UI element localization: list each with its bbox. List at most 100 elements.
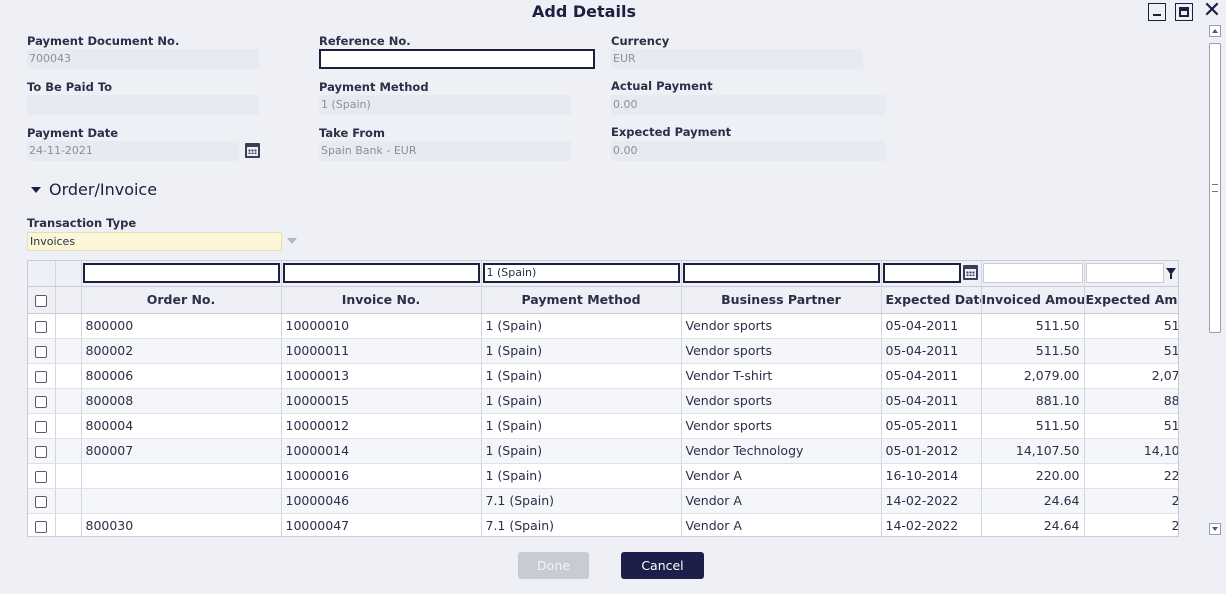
order-no-cell: 800004: [81, 413, 282, 439]
expected-date-filter[interactable]: [882, 263, 961, 284]
to-be-paid-to-field: [27, 95, 259, 115]
payment-date-label: Payment Date: [27, 126, 119, 140]
invoiced-amount-cell: 511.50: [981, 413, 1085, 439]
invoiced-amount-cell: 14,107.50: [981, 438, 1085, 464]
row-checkbox[interactable]: [35, 320, 48, 333]
row-checkbox[interactable]: [35, 495, 48, 508]
vertical-scrollbar[interactable]: [1208, 25, 1222, 535]
business-partner-cell: Vendor sports: [681, 413, 882, 439]
column-header-invoiced-amount[interactable]: Invoiced Amount: [981, 286, 1085, 314]
expected-date-cell: 05-01-2012: [881, 438, 982, 464]
row-checkbox-cell: [28, 438, 56, 464]
order-no-cell: 800006: [81, 363, 282, 389]
expected-amount-cell: 881.1: [1084, 388, 1178, 414]
row-checkbox[interactable]: [35, 445, 48, 458]
order-no-cell: 800008: [81, 388, 282, 414]
invoice-no-cell: 10000011: [281, 338, 482, 364]
row-checkbox[interactable]: [35, 370, 48, 383]
row-checkbox-cell: [28, 463, 56, 489]
order-no-cell: [81, 463, 282, 489]
column-header-invoice-no[interactable]: Invoice No.: [281, 286, 482, 314]
column-header-expected-date[interactable]: Expected Date: [881, 286, 982, 314]
invoiced-amount-cell: 881.10: [981, 388, 1085, 414]
row-handle-header: [55, 286, 82, 314]
scroll-down-icon[interactable]: [1209, 523, 1221, 535]
row-handle-cell: [55, 438, 82, 464]
payment-method-cell: 1 (Spain): [481, 463, 682, 489]
currency-field: EUR: [611, 49, 863, 69]
column-header-order-no[interactable]: Order No.: [81, 286, 282, 314]
table-row[interactable]: 800007 10000014 1 (Spain) Vendor Technology…: [28, 438, 1178, 464]
table-row[interactable]: 800008 10000015 1 (Spain) Vendor sports 05-0…: [28, 388, 1178, 414]
select-all-checkbox[interactable]: [35, 294, 48, 307]
invoiced-amount-filter[interactable]: [982, 263, 1083, 284]
invoice-no-cell: 10000015: [281, 388, 482, 414]
row-checkbox-cell: [28, 388, 56, 414]
business-partner-cell: Vendor sports: [681, 313, 882, 339]
close-icon[interactable]: ✕: [1200, 0, 1224, 24]
row-handle-cell: [55, 338, 82, 364]
row-handle-cell: [55, 388, 82, 414]
payment-method-cell: 7.1 (Spain): [481, 513, 682, 536]
column-header-expected-amount[interactable]: Expected Am: [1084, 286, 1178, 314]
row-checkbox[interactable]: [35, 420, 48, 433]
table-row[interactable]: 10000046 7.1 (Spain) Vendor A 14-02-2022 24.…: [28, 488, 1178, 514]
row-checkbox[interactable]: [35, 470, 48, 483]
expected-amount-cell: 220.0: [1084, 463, 1178, 489]
business-partner-cell: Vendor A: [681, 463, 882, 489]
table-row[interactable]: 800000 10000010 1 (Spain) Vendor sports 05-0…: [28, 313, 1178, 339]
invoice-no-cell: 10000016: [281, 463, 482, 489]
order-no-filter[interactable]: [82, 263, 280, 284]
invoice-no-cell: 10000013: [281, 363, 482, 389]
expected-amount-cell: 14,107.5: [1084, 438, 1178, 464]
payment-document-no-label: Payment Document No.: [27, 34, 180, 48]
minimize-icon[interactable]: [1148, 3, 1166, 21]
expected-amount-cell: 24.6: [1084, 513, 1178, 536]
row-checkbox[interactable]: [35, 395, 48, 408]
business-partner-filter[interactable]: [682, 263, 880, 284]
payment-method-filter[interactable]: 1 (Spain): [482, 263, 680, 284]
expected-date-cell: 05-05-2011: [881, 413, 982, 439]
expected-date-cell: 16-10-2014: [881, 463, 982, 489]
transaction-type-select[interactable]: Invoices: [27, 232, 282, 251]
column-header-business-partner[interactable]: Business Partner: [681, 286, 882, 314]
table-row[interactable]: 10000016 1 (Spain) Vendor A 16-10-2014 220.0…: [28, 463, 1178, 489]
expected-amount-filter[interactable]: [1085, 263, 1164, 284]
scroll-thumb[interactable]: [1209, 43, 1221, 333]
row-checkbox-cell: [28, 338, 56, 364]
row-handle-cell: [55, 488, 82, 514]
order-invoice-section-toggle[interactable]: Order/Invoice: [31, 180, 157, 199]
payment-method-cell: 1 (Spain): [481, 413, 682, 439]
payment-method-cell: 1 (Spain): [481, 338, 682, 364]
row-checkbox-cell: [28, 513, 56, 536]
row-checkbox[interactable]: [35, 345, 48, 358]
cancel-button[interactable]: Cancel: [621, 552, 704, 579]
collapse-triangle-icon: [31, 186, 41, 193]
table-row[interactable]: 800006 10000013 1 (Spain) Vendor T-shirt 05-…: [28, 363, 1178, 389]
invoice-no-cell: 10000014: [281, 438, 482, 464]
invoiced-amount-cell: 511.50: [981, 313, 1085, 339]
table-row[interactable]: 800004 10000012 1 (Spain) Vendor sports 05-0…: [28, 413, 1178, 439]
dropdown-arrow-icon[interactable]: [287, 238, 297, 244]
row-handle-cell: [55, 513, 82, 536]
order-no-cell: [81, 488, 282, 514]
expected-date-cell: 05-04-2011: [881, 388, 982, 414]
dialog-title: Add Details: [532, 2, 636, 21]
business-partner-cell: Vendor A: [681, 513, 882, 536]
row-checkbox[interactable]: [35, 520, 48, 533]
table-row[interactable]: 800030 10000047 7.1 (Spain) Vendor A 14-02-2…: [28, 513, 1178, 536]
payment-method-cell: 7.1 (Spain): [481, 488, 682, 514]
to-be-paid-to-label: To Be Paid To: [27, 80, 113, 94]
maximize-icon[interactable]: [1175, 3, 1193, 21]
reference-no-input[interactable]: [319, 49, 595, 69]
row-checkbox-cell: [28, 313, 56, 339]
column-header-payment-method[interactable]: Payment Method: [481, 286, 682, 314]
calendar-icon[interactable]: [962, 265, 978, 280]
scroll-up-icon[interactable]: [1209, 25, 1221, 37]
done-button[interactable]: Done: [518, 552, 589, 579]
reference-no-label: Reference No.: [319, 34, 411, 48]
expected-amount-cell: 511.5: [1084, 313, 1178, 339]
table-row[interactable]: 800002 10000011 1 (Spain) Vendor sports 05-0…: [28, 338, 1178, 364]
calendar-icon[interactable]: [245, 143, 260, 158]
invoice-no-filter[interactable]: [282, 263, 480, 284]
